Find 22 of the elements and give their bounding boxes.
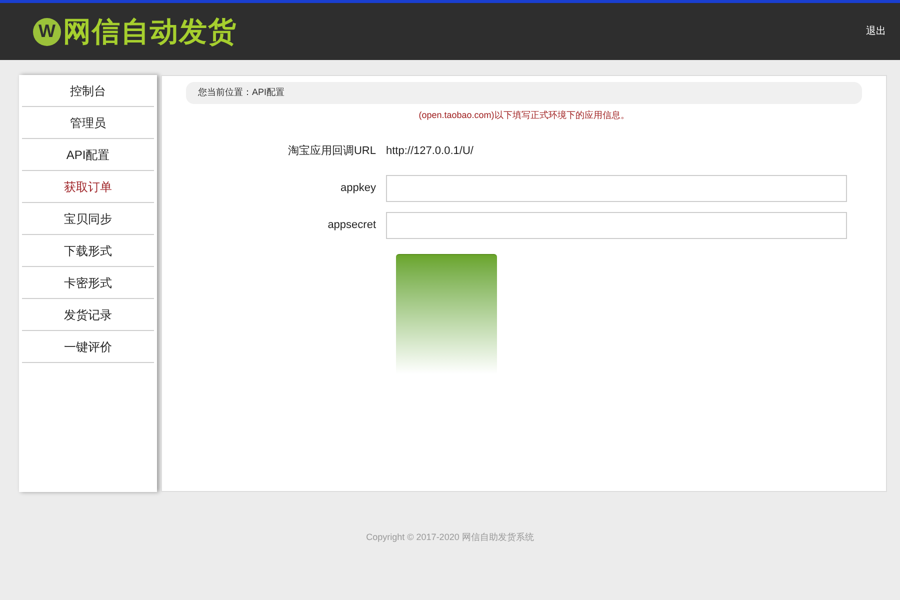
sidebar-item[interactable]: 控制台 [22,75,154,107]
sidebar-item[interactable]: 下载形式 [22,235,154,267]
sidebar-item[interactable]: 获取订单 [22,171,154,203]
input-field[interactable] [386,212,847,238]
breadcrumb: 您当前位置：API配置 [186,82,862,104]
field-label: appkey [340,180,377,196]
input-field[interactable] [386,174,847,202]
sidebar-item[interactable]: 管理员 [22,107,154,139]
site-title: 网信自动发货 [63,14,237,48]
sidebar-item[interactable]: 卡密形式 [22,267,154,299]
sidebar-item[interactable]: API配置 [22,139,154,171]
sidebar-item[interactable]: 一键评价 [22,331,154,363]
copyright-text: Copyright © 2017-2020 网信自助发货系统 [365,531,535,544]
field-label: 淘宝应用回调URL [286,144,377,159]
field-label: appsecret [326,218,377,233]
sidebar-item[interactable]: 宝贝同步 [22,203,154,235]
callback-url-text: http://127.0.0.1/U/ [386,144,474,159]
sidebar-item[interactable]: 发货记录 [22,299,154,331]
notice-text: (open.taobao.com)以下填写正式环境下的应用信息。 [418,109,630,122]
logout-link[interactable]: 退出 [866,24,886,39]
logo-icon: W [33,18,61,46]
submit-button[interactable] [396,254,497,374]
